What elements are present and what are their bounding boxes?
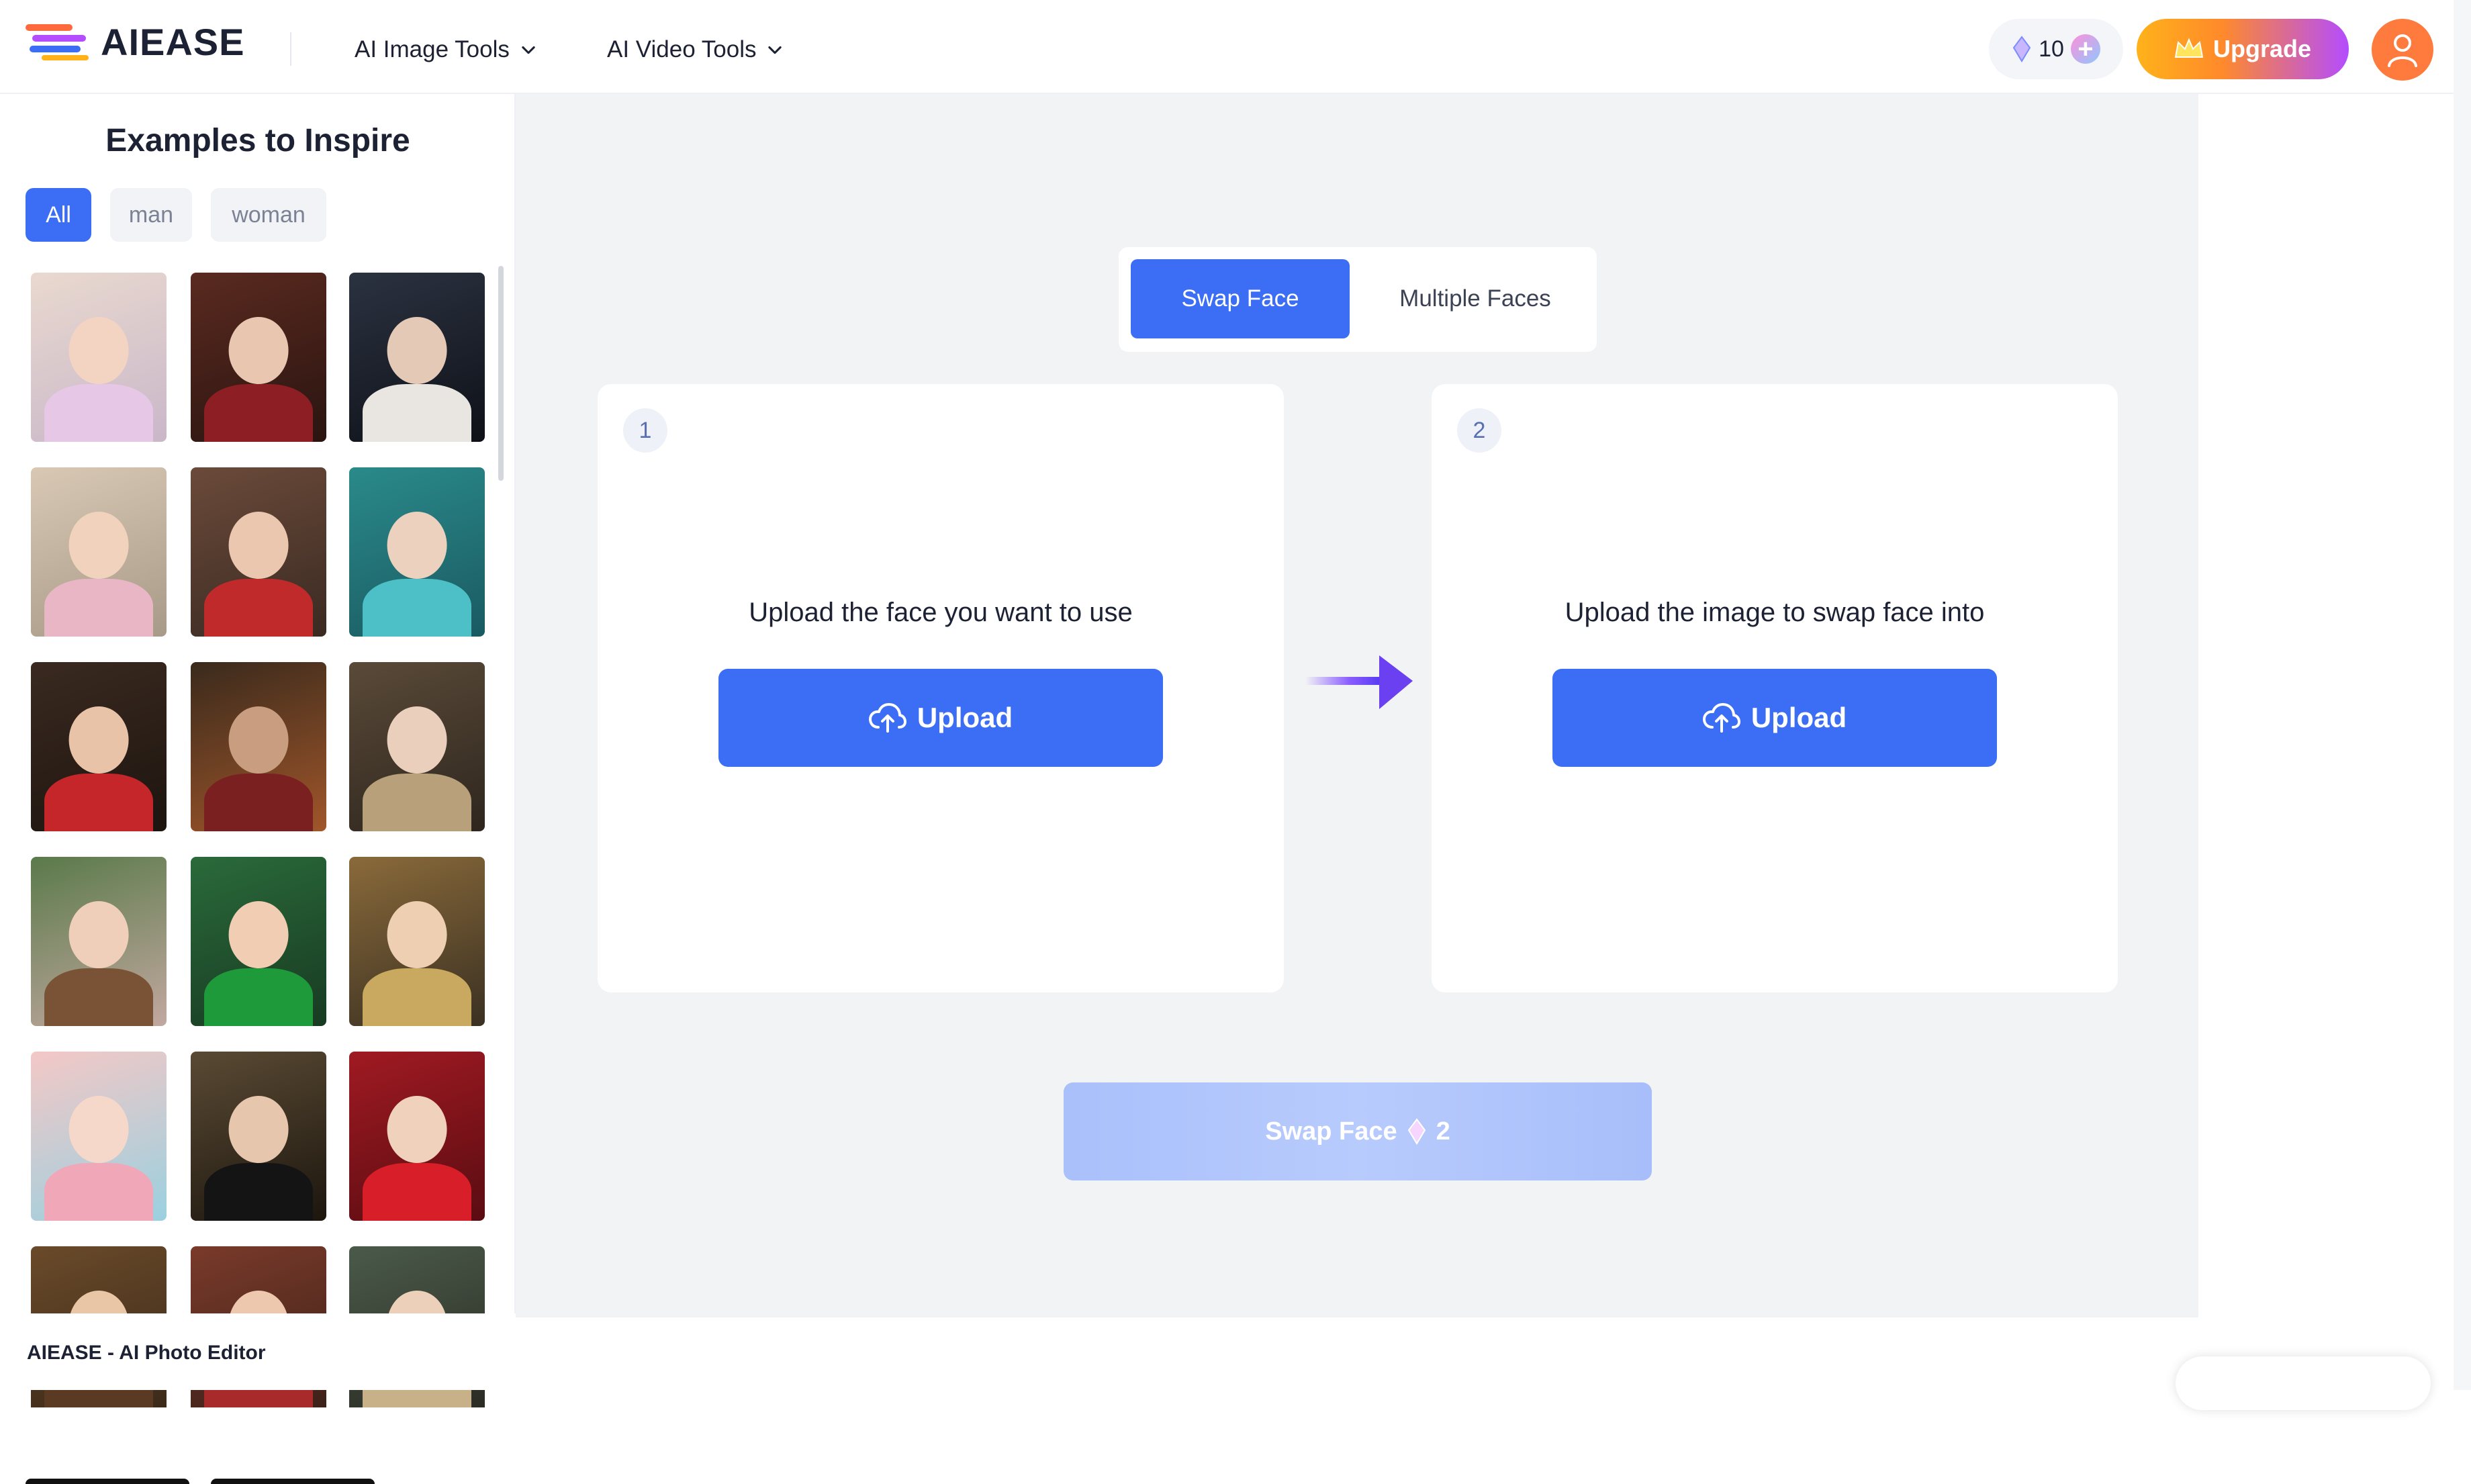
example-thumbnail[interactable]: [31, 662, 167, 831]
crown-icon: [2174, 38, 2204, 58]
floating-feedback-widget[interactable]: [2176, 1356, 2431, 1410]
target-image-card[interactable]: 2 Upload the image to swap face into Upl…: [1432, 384, 2118, 992]
cloud-upload-icon: [1702, 703, 1740, 733]
example-thumbnail[interactable]: [349, 273, 485, 442]
swap-face-label: Swap Face: [1265, 1117, 1397, 1146]
mode-tabs: Swap Face Multiple Faces: [1119, 247, 1597, 352]
example-thumbnail[interactable]: [349, 1052, 485, 1221]
sidebar-scrollbar[interactable]: [498, 266, 504, 481]
upload-label: Upload: [917, 702, 1013, 733]
upload-face-button[interactable]: Upload: [718, 669, 1163, 767]
example-thumbnail[interactable]: [31, 1052, 167, 1221]
filter-all[interactable]: All: [26, 188, 91, 242]
brand-name[interactable]: AIEASE: [101, 20, 245, 64]
example-thumbnail[interactable]: [349, 857, 485, 1026]
nav-ai-video-tools[interactable]: AI Video Tools: [607, 31, 784, 68]
app-store-button[interactable]: [26, 1479, 189, 1484]
user-avatar[interactable]: [2372, 19, 2433, 81]
example-thumbnail[interactable]: [191, 662, 326, 831]
nav-label: AI Video Tools: [607, 36, 757, 62]
chevron-down-icon: [522, 46, 535, 54]
example-thumbnail[interactable]: [31, 273, 167, 442]
upload-image-button[interactable]: Upload: [1552, 669, 1997, 767]
nav-ai-image-tools[interactable]: AI Image Tools: [355, 31, 538, 68]
credits-count: 10: [2039, 36, 2064, 62]
app-promo-title: AIEASE - AI Photo Editor: [27, 1342, 266, 1364]
upgrade-button[interactable]: Upgrade: [2137, 19, 2349, 79]
step-number: 1: [623, 408, 667, 453]
sidebar-title: Examples to Inspire: [105, 123, 410, 158]
source-face-card[interactable]: 1 Upload the face you want to use Upload: [598, 384, 1284, 992]
example-thumbnail[interactable]: [31, 467, 167, 637]
example-thumbnail[interactable]: [191, 273, 326, 442]
header-divider: [290, 32, 291, 66]
filter-man[interactable]: man: [110, 188, 192, 242]
user-icon: [2388, 34, 2417, 67]
example-thumbnail[interactable]: [31, 857, 167, 1026]
upload-label: Upload: [1751, 702, 1847, 733]
right-blank-panel: [2198, 94, 2471, 1390]
tab-swap-face[interactable]: Swap Face: [1131, 259, 1350, 338]
aiease-logo-icon[interactable]: [26, 23, 93, 63]
chevron-down-icon: [768, 46, 782, 54]
examples-sidebar: Examples to Inspire All man woman AIEASE…: [0, 94, 516, 1484]
target-image-instruction: Upload the image to swap face into: [1565, 598, 1985, 627]
example-thumbnail[interactable]: [191, 1052, 326, 1221]
swap-face-cost: 2: [1436, 1117, 1450, 1146]
arrow-right-icon: [1305, 655, 1413, 709]
cloud-upload-icon: [868, 703, 906, 733]
add-credits-icon[interactable]: +: [2070, 34, 2100, 64]
step-number: 2: [1457, 408, 1501, 453]
example-thumbnail[interactable]: [349, 467, 485, 637]
example-grid: [31, 273, 487, 1407]
example-thumbnail[interactable]: [191, 467, 326, 637]
tab-multiple-faces[interactable]: Multiple Faces: [1366, 259, 1585, 338]
filter-woman[interactable]: woman: [211, 188, 326, 242]
example-thumbnail[interactable]: [349, 662, 485, 831]
gem-icon: [2012, 36, 2031, 62]
credits-badge[interactable]: 10 +: [1989, 19, 2123, 79]
google-play-button[interactable]: [211, 1479, 375, 1484]
source-face-instruction: Upload the face you want to use: [749, 598, 1133, 627]
swap-face-button[interactable]: Swap Face 2: [1064, 1082, 1652, 1180]
header: AIEASE AI Image Tools AI Video Tools 10 …: [0, 0, 2471, 94]
gem-icon: [1407, 1118, 1426, 1145]
example-thumbnail[interactable]: [191, 857, 326, 1026]
upgrade-label: Upgrade: [2212, 35, 2312, 62]
window-scrollbar-track[interactable]: [2454, 0, 2471, 1390]
nav-label: AI Image Tools: [355, 36, 510, 62]
